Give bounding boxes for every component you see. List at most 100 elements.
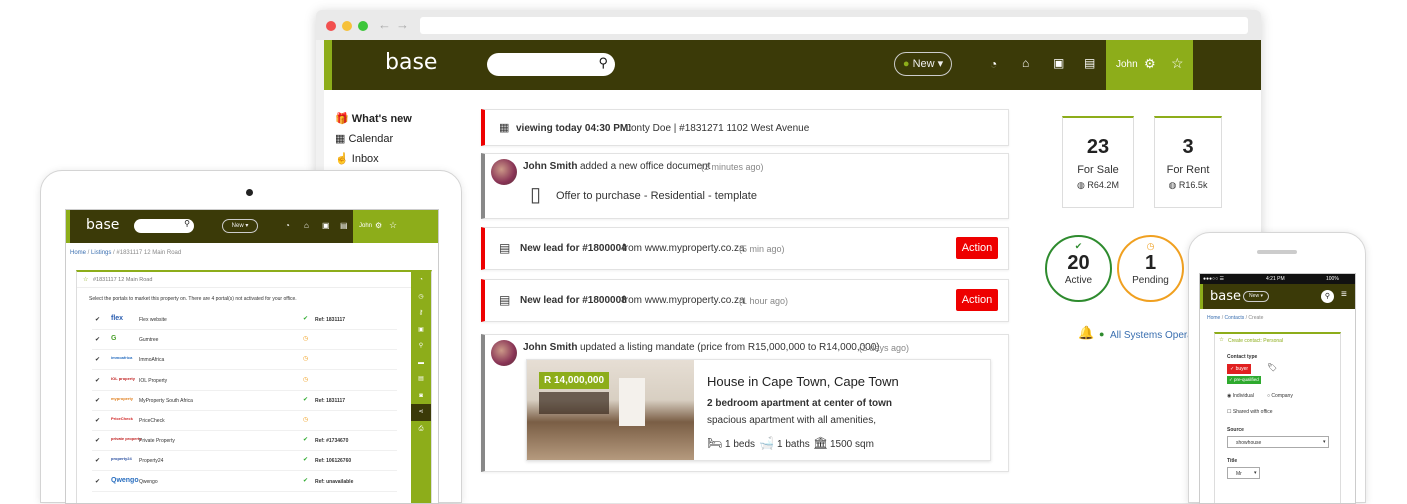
forward-arrow-icon[interactable]: → [396,17,409,32]
bed-icon[interactable]: ▬ [411,355,431,372]
document-icon[interactable]: ▤ [340,221,348,230]
author-name[interactable]: John Smith [523,161,577,172]
key-icon[interactable]: ⚷ [411,305,431,322]
prequalified-tag[interactable]: ✓ pre-qualified [1227,376,1261,384]
dashboard-icon[interactable]: ◔ [285,221,290,230]
portal-row[interactable]: ✔ Qwengo Qwengo ✔ Ref: unavailable [92,472,397,492]
new-button[interactable]: ● New ▾ [894,52,952,76]
sidebar-item-calendar[interactable]: ▦ Calendar [335,132,412,145]
breadcrumb-home[interactable]: Home [1207,315,1220,321]
tag-icon[interactable]: 🏷 [1267,363,1277,372]
search-icon[interactable]: ⚲ [184,219,190,228]
portal-row[interactable]: ✔ flex Flex website ✔ Ref: 1831117 [92,310,397,330]
checkbox-checked-icon[interactable]: ✔ [95,356,100,363]
buyer-tag[interactable]: ✓ buyer [1227,364,1252,374]
portal-row[interactable]: ✔ G Gumtree ◷ [92,330,397,351]
checkbox-checked-icon[interactable]: ✔ [95,437,100,444]
top-navbar: base ⚲ ● New ▾ ◔ ⌂ ▣ ▤ John ⚙ ☆ [324,40,1261,90]
home-icon[interactable]: ⌂ [1022,56,1029,70]
search-icon[interactable]: ⚲ [1321,290,1334,303]
app-logo[interactable]: base [1210,289,1241,304]
portal-row[interactable]: ✔ myproperty MyProperty South Africa ✔ Ref: … [92,391,397,411]
document-icon[interactable]: ▤ [411,371,431,388]
star-icon[interactable]: ☆ [83,276,88,283]
gear-icon[interactable]: ⚙ [1144,56,1156,72]
portal-row[interactable]: ✔ IOL property IOL Property ◷ [92,371,397,391]
viewing-card[interactable]: ▦ viewing today 04:30 PM: Jonty Doe | #1… [481,109,1009,146]
stat-for-sale[interactable]: 23 For Sale ◍ R64.2M [1062,116,1134,208]
portal-row[interactable]: ✔ private property Private Property ✔ Ref: #… [92,431,397,452]
checkbox-checked-icon[interactable]: ✔ [95,377,100,384]
new-button-label: New ▾ [1249,293,1263,299]
close-dot[interactable] [326,21,336,31]
star-icon[interactable]: ☆ [1219,337,1224,343]
listing-preview[interactable]: R 14,000,000 House in Cape Town, Cape To… [526,359,991,461]
lead-title[interactable]: New lead for #1800008 [520,295,627,306]
sidebar-item-inbox[interactable]: ☝ Inbox [335,152,412,165]
dashboard-icon[interactable]: ◔ [990,57,997,71]
clock-icon[interactable]: ◷ [411,289,431,306]
pending-circle[interactable]: ◷ 1 Pending [1117,235,1184,302]
portal-logo: PriceCheck [111,416,133,421]
radio-individual[interactable]: ◉ Individual [1227,393,1254,399]
menu-icon[interactable]: ≡ [1341,289,1347,300]
star-icon[interactable]: ☆ [1171,55,1184,72]
search-input[interactable]: ⚲ [134,219,194,233]
home-icon[interactable]: ⌂ [304,221,309,230]
minimize-dot[interactable] [342,21,352,31]
portal-row[interactable]: ✔ immoafrica ImmoAfrica ◷ [92,350,397,371]
document-icon[interactable]: ▤ [1084,56,1095,70]
breadcrumb-contacts[interactable]: Contacts [1225,315,1245,321]
action-button[interactable]: Action [956,237,998,259]
user-menu[interactable]: John ⚙ ☆ [353,210,438,243]
shared-checkbox[interactable]: ☐ Shared with office [1227,409,1273,415]
portal-row[interactable]: ✔ property24 Property24 ✔ Ref: 106126760 [92,451,397,472]
title-select[interactable]: Mr ▾ [1227,467,1260,479]
contact-icon[interactable]: ▣ [411,322,431,339]
map-pin-icon[interactable]: ⚲ [411,338,431,355]
address-bar[interactable] [420,17,1248,34]
breadcrumb-home[interactable]: Home [70,250,86,256]
portal-row[interactable]: ✔ PriceCheck PriceCheck ◷ [92,411,397,431]
new-button[interactable]: New ▾ [1243,291,1269,302]
checkbox-checked-icon[interactable]: ✔ [95,316,100,323]
contact-card-icon[interactable]: ▣ [1053,56,1064,70]
stat-for-rent[interactable]: 3 For Rent ◍ R16.5k [1154,116,1222,208]
checkbox-checked-icon[interactable]: ✔ [95,457,100,464]
action-button[interactable]: Action [956,289,998,311]
star-icon[interactable]: ☆ [389,220,397,231]
print-icon[interactable]: ⎙ [411,421,431,438]
gear-icon[interactable]: ⚙ [375,221,382,230]
back-arrow-icon[interactable]: ← [378,17,391,32]
breadcrumb-listings[interactable]: Listings [91,250,111,256]
dashboard-icon[interactable]: ◔ [411,272,431,289]
author-name[interactable]: John Smith [523,342,577,353]
new-button[interactable]: New ▾ [222,219,258,233]
checkbox-checked-icon[interactable]: ✔ [95,478,100,485]
document-link[interactable]: Offer to purchase - Residential - templa… [556,190,757,202]
user-menu[interactable]: John ⚙ ☆ [1106,40,1193,90]
source-select[interactable]: showhouse ▾ [1227,436,1329,448]
lead-card: ▤ New lead for #1800004 from www.myprope… [481,227,1009,270]
camera-icon[interactable]: ◙ [411,388,431,405]
bell-icon[interactable]: 🔔 [1078,325,1094,341]
sidebar-item-whats-new[interactable]: 🎁 What's new [335,112,412,125]
search-icon[interactable]: ⚲ [598,55,608,71]
radio-company[interactable]: ○ Company [1267,393,1293,399]
bath-icon: 🛁 [759,436,774,450]
lead-card: ▤ New lead for #1800008 from www.myprope… [481,279,1009,322]
lead-title[interactable]: New lead for #1800004 [520,243,627,254]
checkbox-checked-icon[interactable]: ✔ [95,417,100,424]
plus-circle-icon: ● [902,58,910,70]
app-logo[interactable]: base [385,50,437,75]
tablet-navbar: base ⚲ New ▾ ◔ ⌂ ▣ ▤ John ⚙ ☆ [66,210,438,243]
checkbox-checked-icon[interactable]: ✔ [95,397,100,404]
search-input[interactable]: ⚲ [487,53,615,76]
app-logo[interactable]: base [86,217,119,233]
contact-card-icon[interactable]: ▣ [322,221,330,230]
listing-title[interactable]: House in Cape Town, Cape Town [707,374,899,389]
share-icon[interactable]: ⋖ [411,404,431,421]
maximize-dot[interactable] [358,21,368,31]
checkbox-checked-icon[interactable]: ✔ [95,336,100,343]
active-circle[interactable]: ✔ 20 Active [1045,235,1112,302]
